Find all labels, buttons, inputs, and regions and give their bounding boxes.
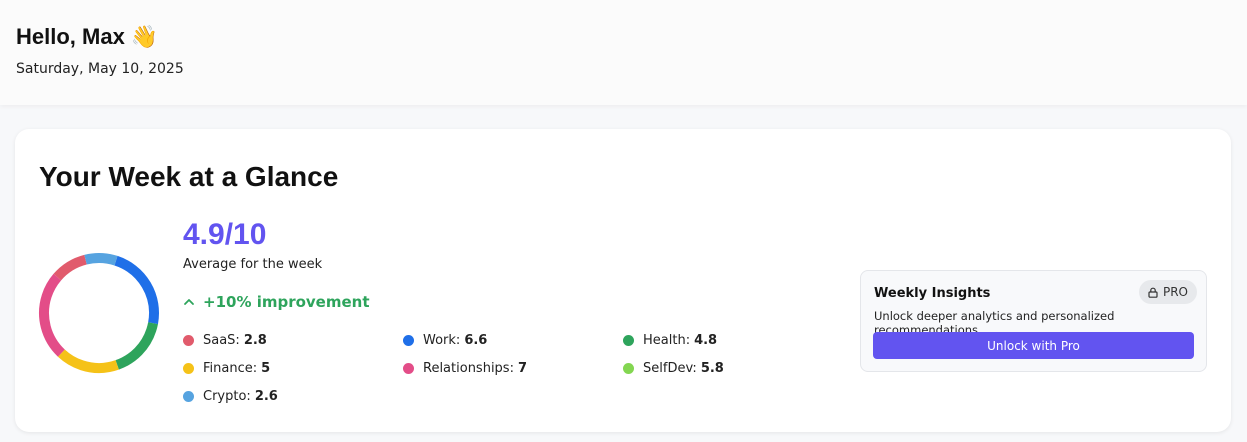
- weekly-insights-panel: Weekly Insights PRO Unlock deeper analyt…: [860, 270, 1207, 372]
- lock-icon: [1148, 287, 1158, 298]
- donut-segment-health: [39, 253, 159, 373]
- legend-value: 2.6: [254, 389, 278, 404]
- legend-dot: [403, 335, 414, 346]
- legend-label: Crypto:: [203, 389, 251, 404]
- insights-title: Weekly Insights: [874, 286, 991, 301]
- legend-value: 5.8: [700, 361, 724, 376]
- legend-item-work: Work: 6.6: [403, 333, 487, 348]
- legend-item-health: Health: 4.8: [623, 333, 717, 348]
- legend-dot: [183, 363, 194, 374]
- legend-dot: [623, 363, 634, 374]
- improvement-indicator: +10% improvement: [183, 293, 370, 311]
- pro-badge: PRO: [1138, 280, 1197, 304]
- legend-dot: [623, 335, 634, 346]
- card-title: Your Week at a Glance: [39, 161, 339, 192]
- donut-segment-crypto: [39, 253, 159, 373]
- week-summary-card: Your Week at a Glance 4.9/10 Average for…: [15, 129, 1231, 432]
- average-score: 4.9/10: [183, 218, 267, 251]
- donut-segment-relationships: [39, 253, 159, 373]
- legend-item-saas: SaaS: 2.8: [183, 333, 267, 348]
- chevron-up-icon: [183, 293, 197, 311]
- average-score-label: Average for the week: [183, 257, 323, 272]
- donut-segment-finance: [39, 253, 159, 373]
- legend-value: 6.6: [464, 333, 488, 348]
- legend-label: Work:: [423, 333, 461, 348]
- pro-badge-label: PRO: [1162, 285, 1188, 299]
- legend-value: 5: [261, 361, 271, 376]
- legend-dot: [183, 391, 194, 402]
- unlock-pro-button[interactable]: Unlock with Pro: [873, 332, 1194, 359]
- category-donut-chart: [39, 253, 159, 373]
- current-date: Saturday, May 10, 2025: [16, 61, 184, 77]
- legend-item-relationships: Relationships: 7: [403, 361, 527, 376]
- legend-value: 4.8: [694, 333, 718, 348]
- legend-label: Health:: [643, 333, 691, 348]
- legend-value: 7: [517, 361, 528, 376]
- legend-label: SelfDev:: [643, 361, 697, 376]
- legend-dot: [183, 335, 194, 346]
- legend-item-finance: Finance: 5: [183, 361, 270, 376]
- page-header: Hello, Max 👋 Saturday, May 10, 2025: [0, 0, 1247, 105]
- donut-segment-work: [39, 253, 159, 373]
- legend-value: 2.8: [243, 333, 267, 348]
- legend-label: SaaS:: [203, 333, 240, 348]
- donut-segment-saas: [39, 253, 159, 373]
- legend-label: Finance:: [203, 361, 258, 376]
- legend-label: Relationships:: [423, 361, 514, 376]
- legend-dot: [403, 363, 414, 374]
- category-legend: SaaS: 2.8 Work: 6.6 Health: 4.8 Finance:…: [183, 333, 803, 413]
- legend-item-selfdev: SelfDev: 5.8: [623, 361, 724, 376]
- legend-item-crypto: Crypto: 2.6: [183, 389, 278, 404]
- improvement-text: +10% improvement: [203, 293, 370, 311]
- greeting-heading: Hello, Max 👋: [16, 24, 159, 49]
